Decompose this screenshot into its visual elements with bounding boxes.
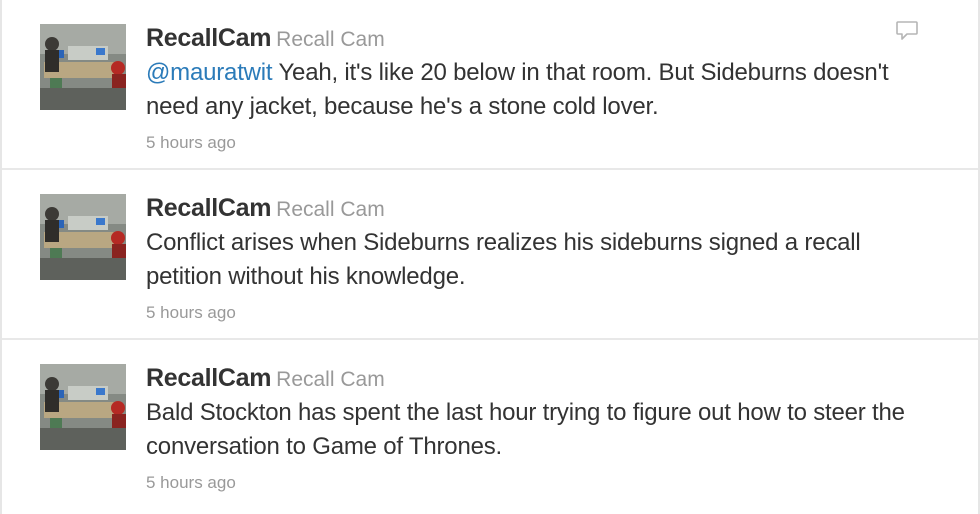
tweet-item[interactable]: RecallCam Recall Cam Conflict arises when… xyxy=(2,170,978,340)
screen-name[interactable]: RecallCam xyxy=(146,24,271,52)
avatar-image xyxy=(40,364,126,450)
tweet-header: RecallCam Recall Cam xyxy=(146,22,926,54)
avatar[interactable] xyxy=(40,194,126,280)
screen-name[interactable]: RecallCam xyxy=(146,194,271,222)
tweet-header: RecallCam Recall Cam xyxy=(146,192,926,224)
tweet-content: RecallCam Recall Cam Bald Stockton has sp… xyxy=(146,362,926,494)
tweet-item[interactable]: RecallCam Recall Cam Bald Stockton has sp… xyxy=(2,340,978,514)
full-name: Recall Cam xyxy=(276,368,385,391)
tweet-header: RecallCam Recall Cam xyxy=(146,362,926,394)
screen-name[interactable]: RecallCam xyxy=(146,364,271,392)
tweet-text: Conflict arises when Sideburns realizes … xyxy=(146,229,861,290)
full-name: Recall Cam xyxy=(276,28,385,51)
timestamp[interactable]: 5 hours ago xyxy=(146,132,926,154)
tweet-timeline: RecallCam Recall Cam @mauratwit Yeah, it'… xyxy=(0,0,980,514)
tweet-content: RecallCam Recall Cam @mauratwit Yeah, it'… xyxy=(146,22,926,154)
tweet-item[interactable]: RecallCam Recall Cam @mauratwit Yeah, it'… xyxy=(2,0,978,170)
avatar-image xyxy=(40,194,126,280)
timestamp[interactable]: 5 hours ago xyxy=(146,302,926,324)
speech-bubble-reply-icon[interactable] xyxy=(894,18,920,44)
avatar-image xyxy=(40,24,126,110)
mention-link[interactable]: @mauratwit xyxy=(146,59,273,86)
avatar[interactable] xyxy=(40,24,126,110)
full-name: Recall Cam xyxy=(276,198,385,221)
tweet-text: @mauratwit Yeah, it's like 20 below in t… xyxy=(146,56,926,124)
avatar[interactable] xyxy=(40,364,126,450)
tweet-text: Bald Stockton has spent the last hour tr… xyxy=(146,399,905,460)
tweet-content: RecallCam Recall Cam Conflict arises when… xyxy=(146,192,926,324)
timestamp[interactable]: 5 hours ago xyxy=(146,472,926,494)
